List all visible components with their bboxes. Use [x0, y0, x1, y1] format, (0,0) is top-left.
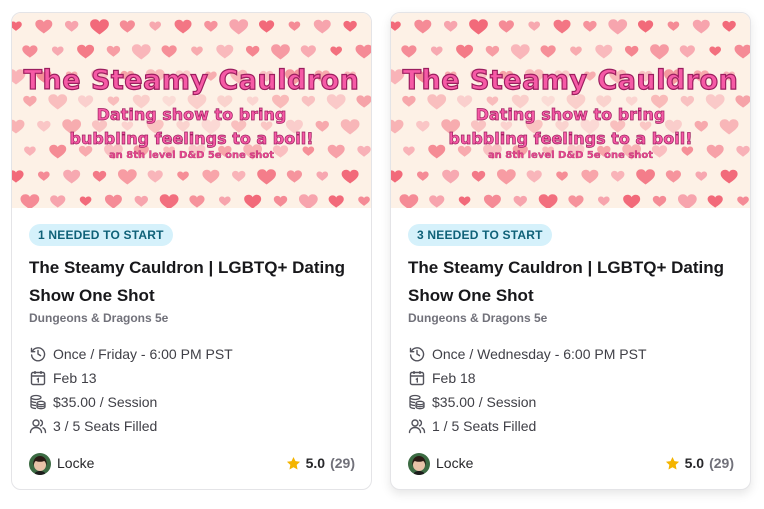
- price-text: $35.00 / Session: [432, 394, 537, 410]
- game-title[interactable]: The Steamy Cauldron | LGBTQ+ Dating Show…: [408, 254, 728, 310]
- gm-name[interactable]: Locke: [436, 455, 473, 471]
- coins-icon: [29, 393, 47, 411]
- review-count: (29): [709, 455, 734, 471]
- users-icon: [408, 417, 426, 435]
- review-count: (29): [330, 455, 355, 471]
- seats-row: 3 / 5 Seats Filled: [29, 416, 157, 436]
- gm-avatar[interactable]: [29, 453, 51, 475]
- date-text: Feb 13: [53, 370, 97, 386]
- rating: 5.0 (29): [665, 455, 734, 471]
- price-row: $35.00 / Session: [408, 392, 536, 412]
- banner-tagline: an 8th level D&D 5e one shot: [487, 150, 654, 161]
- price-text: $35.00 / Session: [53, 394, 158, 410]
- banner-subtitle-line1: Dating show to bring: [96, 105, 287, 125]
- seats-row: 1 / 5 Seats Filled: [408, 416, 536, 436]
- seats-text: 3 / 5 Seats Filled: [53, 418, 158, 434]
- game-card[interactable]: The Steamy Cauldron Dating show to bring…: [390, 12, 751, 490]
- banner-title: The Steamy Cauldron: [23, 64, 360, 96]
- players-needed-badge: 3 NEEDED TO START: [408, 224, 552, 246]
- banner-title: The Steamy Cauldron: [402, 64, 739, 96]
- banner-subtitle-line2: bubbling feelings to a boil!: [69, 129, 314, 149]
- rating-score: 5.0: [305, 455, 326, 471]
- users-icon: [29, 417, 47, 435]
- game-card[interactable]: The Steamy Cauldron Dating show to bring…: [11, 12, 372, 490]
- recurring-clock-icon: [29, 345, 47, 363]
- game-banner-image[interactable]: The Steamy Cauldron Dating show to bring…: [12, 13, 371, 208]
- date-text: Feb 18: [432, 370, 476, 386]
- schedule-row: Once / Wednesday - 6:00 PM PST: [408, 344, 647, 364]
- card-footer: Locke 5.0 (29): [408, 453, 734, 475]
- star-icon: [665, 456, 679, 469]
- banner-tagline: an 8th level D&D 5e one shot: [108, 150, 275, 161]
- star-icon: [286, 456, 300, 469]
- recurring-clock-icon: [408, 345, 426, 363]
- gm-name[interactable]: Locke: [57, 455, 94, 471]
- coins-icon: [408, 393, 426, 411]
- game-title[interactable]: The Steamy Cauldron | LGBTQ+ Dating Show…: [29, 254, 349, 310]
- rating-score: 5.0: [684, 455, 705, 471]
- banner-subtitle-line1: Dating show to bring: [475, 105, 666, 125]
- game-system: Dungeons & Dragons 5e: [408, 311, 548, 325]
- price-row: $35.00 / Session: [29, 392, 157, 412]
- schedule-row: Once / Friday - 6:00 PM PST: [29, 344, 233, 364]
- game-banner-image[interactable]: The Steamy Cauldron Dating show to bring…: [391, 13, 750, 208]
- gm-avatar[interactable]: [408, 453, 430, 475]
- game-system: Dungeons & Dragons 5e: [29, 311, 169, 325]
- card-footer: Locke 5.0 (29): [29, 453, 355, 475]
- calendar-icon: [29, 369, 47, 387]
- date-row: Feb 18: [408, 368, 476, 388]
- schedule-text: Once / Wednesday - 6:00 PM PST: [432, 346, 647, 362]
- seats-text: 1 / 5 Seats Filled: [432, 418, 537, 434]
- rating: 5.0 (29): [286, 455, 355, 471]
- players-needed-badge: 1 NEEDED TO START: [29, 224, 173, 246]
- date-row: Feb 13: [29, 368, 97, 388]
- schedule-text: Once / Friday - 6:00 PM PST: [53, 346, 233, 362]
- calendar-icon: [408, 369, 426, 387]
- banner-subtitle-line2: bubbling feelings to a boil!: [448, 129, 693, 149]
